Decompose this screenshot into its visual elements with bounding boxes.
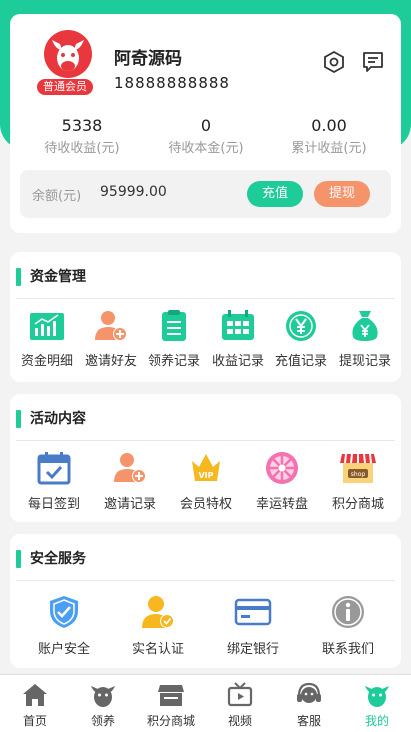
- verified-user-icon: [142, 596, 174, 628]
- item-label: 幸运转盘: [255, 497, 308, 512]
- divider: [16, 440, 395, 441]
- stat-value: 0.00: [311, 116, 347, 135]
- fund-item-invite[interactable]: 邀请好友: [80, 310, 142, 369]
- ox-head-icon: [365, 686, 389, 707]
- tab-label: 我的: [364, 714, 389, 728]
- fund-item-recharge-record[interactable]: 充值记录: [270, 310, 332, 369]
- settings-hexagon-icon[interactable]: [322, 50, 346, 74]
- item-label: 资金明细: [20, 354, 73, 369]
- activity-item-vip[interactable]: VIP 会员特权: [175, 451, 237, 512]
- phone-number: 18888888888: [114, 74, 230, 92]
- stat-pending-principal: 0 待收本金(元): [146, 116, 266, 156]
- shop-icon: shop: [340, 453, 376, 483]
- security-item-contact[interactable]: 联系我们: [317, 594, 379, 657]
- clipboard-list-icon: [162, 310, 186, 341]
- activity-item-points-mall[interactable]: shop 积分商城: [327, 451, 389, 512]
- profile-card: 普通会员 阿奇源码 18888888888 5338 待收收益(元) 0 待收本…: [10, 14, 401, 233]
- shield-check-icon: [50, 596, 78, 628]
- activity-item-checkin[interactable]: 每日签到: [23, 451, 85, 512]
- bar-chart-icon: [30, 313, 64, 340]
- bottom-tab-bar: 首页 领养 积分商城 视频 客服 我的: [0, 674, 411, 732]
- item-label: 邀请记录: [103, 497, 156, 512]
- stat-pending-income: 5338 待收收益(元): [22, 116, 142, 156]
- item-label: 会员特权: [179, 497, 232, 512]
- invite-user-icon: [114, 453, 146, 483]
- item-label: 收益记录: [211, 354, 264, 369]
- activity-item-wheel[interactable]: 幸运转盘: [251, 451, 313, 512]
- tab-points-mall[interactable]: 积分商城: [136, 681, 206, 729]
- stat-label: 累计收益(元): [291, 141, 367, 156]
- stat-value: 5338: [61, 116, 103, 135]
- fund-management-section: 资金管理 资金明细 邀请好友 领养记录 收益记录 充值记录 提现记录: [10, 252, 401, 382]
- stat-label: 待收收益(元): [44, 141, 120, 156]
- recharge-button[interactable]: 充值: [247, 181, 303, 207]
- member-level-badge: 普通会员: [36, 78, 94, 96]
- ox-head-icon: [91, 686, 115, 707]
- item-label: 积分商城: [331, 497, 384, 512]
- calendar-check-icon: [37, 452, 71, 485]
- item-label: 邀请好友: [84, 354, 137, 369]
- section-title: 活动内容: [16, 410, 86, 428]
- stat-total-income: 0.00 累计收益(元): [269, 116, 389, 156]
- section-title: 资金管理: [16, 268, 86, 286]
- fund-item-details[interactable]: 资金明细: [16, 310, 78, 369]
- item-label: 绑定银行: [226, 642, 279, 657]
- stat-label: 待收本金(元): [168, 141, 244, 156]
- username: 阿奇源码: [114, 49, 182, 69]
- tab-customer-service[interactable]: 客服: [274, 681, 344, 729]
- section-title: 安全服务: [16, 550, 86, 568]
- item-label: 充值记录: [274, 354, 327, 369]
- security-item-account[interactable]: 账户安全: [33, 594, 95, 657]
- money-bag-icon: [352, 311, 378, 341]
- home-icon: [23, 684, 47, 706]
- tab-home[interactable]: 首页: [0, 681, 70, 729]
- divider: [16, 580, 395, 581]
- video-icon: [227, 682, 253, 707]
- fund-item-income[interactable]: 收益记录: [207, 310, 269, 369]
- fund-item-withdraw-record[interactable]: 提现记录: [334, 310, 396, 369]
- vip-crown-icon: VIP: [192, 454, 220, 481]
- tab-label: 视频: [227, 714, 252, 728]
- message-icon[interactable]: [361, 50, 385, 74]
- lucky-wheel-icon: [266, 452, 298, 484]
- item-label: 实名认证: [131, 642, 184, 657]
- tab-label: 领养: [90, 714, 115, 728]
- activity-section: 活动内容 每日签到 邀请记录 VIP 会员特权 幸运转盘 shop 积分商城: [10, 394, 401, 522]
- item-label: 提现记录: [338, 354, 391, 369]
- store-icon: [158, 685, 184, 706]
- tab-video[interactable]: 视频: [205, 681, 275, 729]
- item-label: 领养记录: [147, 354, 200, 369]
- fund-item-adoption[interactable]: 领养记录: [143, 310, 205, 369]
- tab-adopt[interactable]: 领养: [68, 681, 138, 729]
- security-section: 安全服务 账户安全 实名认证 绑定银行 联系我们: [10, 534, 401, 668]
- tab-label: 积分商城: [146, 714, 195, 728]
- calendar-grid-icon: [222, 310, 254, 340]
- security-item-bank[interactable]: 绑定银行: [222, 594, 284, 657]
- stat-value: 0: [200, 116, 212, 135]
- item-label: 联系我们: [321, 642, 374, 657]
- balance-bar: 余额(元) 95999.00 充值 提现: [20, 170, 391, 218]
- balance-value: 95999.00: [100, 184, 167, 200]
- item-label: 每日签到: [27, 497, 80, 512]
- tab-mine[interactable]: 我的: [342, 681, 411, 729]
- balance-label: 余额(元): [32, 189, 82, 204]
- yen-coin-icon: [286, 311, 316, 341]
- headset-icon: [297, 682, 321, 703]
- svg-text:shop: shop: [351, 471, 366, 478]
- tab-label: 客服: [296, 714, 321, 728]
- info-icon: [332, 596, 364, 628]
- activity-item-invite-record[interactable]: 邀请记录: [99, 451, 161, 512]
- bank-card-icon: [234, 598, 272, 626]
- divider: [16, 298, 395, 299]
- svg-text:VIP: VIP: [198, 471, 213, 480]
- tab-label: 首页: [22, 714, 47, 728]
- invite-user-icon: [95, 311, 127, 341]
- security-item-realname[interactable]: 实名认证: [127, 594, 189, 657]
- withdraw-button[interactable]: 提现: [314, 181, 370, 207]
- item-label: 账户安全: [37, 642, 90, 657]
